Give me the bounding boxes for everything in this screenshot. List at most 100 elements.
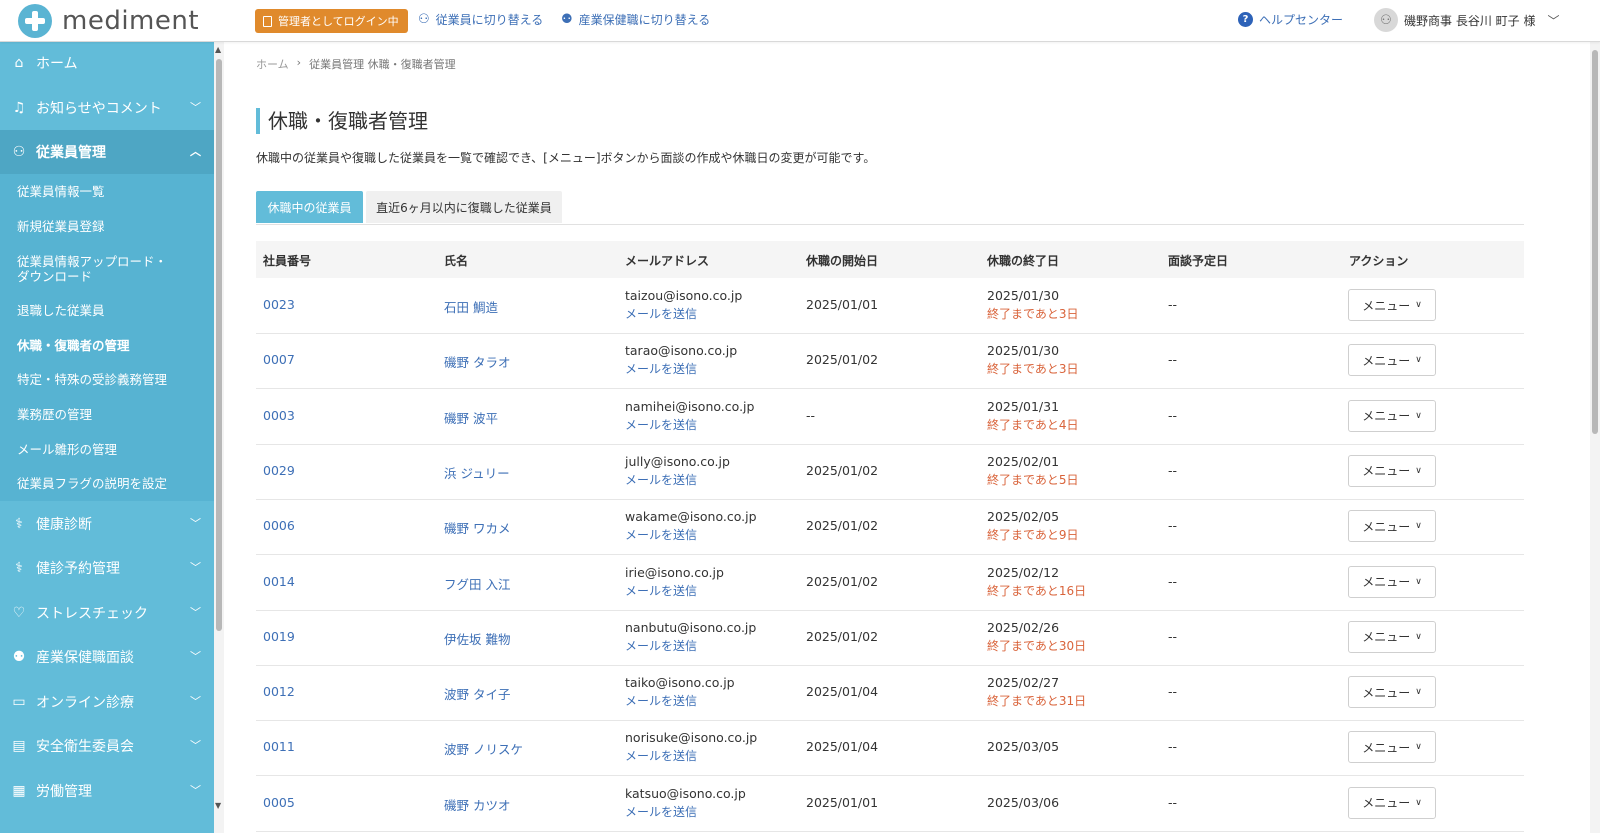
email-address: irie@isono.co.jp <box>625 564 724 580</box>
sidebar-scroll-thumb[interactable] <box>216 59 222 631</box>
breadcrumb-home[interactable]: ホーム <box>256 56 289 72</box>
sidebar-item-label: 健診予約管理 <box>36 561 120 577</box>
tab-returned[interactable]: 直近6ヶ月以内に復職した従業員 <box>366 191 562 223</box>
help-center-link[interactable]: ? ヘルプセンター <box>1238 11 1343 28</box>
row-menu-button[interactable]: メニュー ∨ <box>1348 289 1436 321</box>
user-menu[interactable]: ⚇ 磯野商事 長谷川 町子 様 ﹀ <box>1374 8 1559 32</box>
submenu-retired[interactable]: 退職した従業員 <box>17 303 105 319</box>
submenu-new-employee[interactable]: 新規従業員登録 <box>17 219 105 235</box>
submenu-leave-management[interactable]: 休職・復職者の管理 <box>17 338 130 354</box>
menu-button-label: メニュー <box>1362 575 1411 589</box>
employee-name-link[interactable]: フグ田 入江 <box>444 574 510 593</box>
th-employee-id: 社員番号 <box>263 254 312 268</box>
leave-end-date: 2025/01/30 <box>987 343 1060 359</box>
row-menu-button[interactable]: メニュー ∨ <box>1348 786 1436 819</box>
employee-name-link[interactable]: 波野 ノリスケ <box>444 739 523 758</box>
row-menu-button[interactable]: メニュー ∨ <box>1348 399 1436 432</box>
row-menu-button[interactable]: メニュー ∨ <box>1348 454 1436 487</box>
send-mail-link[interactable]: メールを送信 <box>625 637 697 654</box>
sidebar-item-labor-management[interactable]: ▦ 労働管理 ﹀ <box>0 769 215 813</box>
sidebar-item-checkup-reservation[interactable]: ⚕ 健診予約管理 ﹀ <box>0 546 215 590</box>
page-scroll-thumb[interactable] <box>1592 50 1598 434</box>
send-mail-link[interactable]: メールを送信 <box>625 747 697 764</box>
switch-health-link[interactable]: ⚉ 産業保健職に切り替える <box>561 11 710 28</box>
employee-name-link[interactable]: 伊佐坂 難物 <box>444 629 510 648</box>
stethoscope-icon: ⚕ <box>15 516 23 532</box>
switch-employee-label: 従業員に切り替える <box>435 13 544 27</box>
employee-id-link[interactable]: 0012 <box>263 684 295 699</box>
users-icon: ⚇ <box>12 144 26 160</box>
chevron-down-icon: ﹀ <box>190 784 201 797</box>
submenu-employee-flag[interactable]: 従業員フラグの説明を設定 <box>17 476 167 492</box>
employee-name-link[interactable]: 波野 タイ子 <box>444 684 510 703</box>
row-menu-button[interactable]: メニュー ∨ <box>1348 510 1436 543</box>
employee-id-link[interactable]: 0029 <box>263 463 295 478</box>
send-mail-link[interactable]: メールを送信 <box>625 526 697 543</box>
sidebar-item-employee-management[interactable]: ⚇ 従業員管理 ︿ <box>0 130 215 174</box>
sidebar-item-online-consultation[interactable]: ▭ オンライン診療 ﹀ <box>0 680 215 724</box>
row-menu-button[interactable]: メニュー ∨ <box>1348 565 1436 598</box>
table-row: 0007 磯野 タラオ tarao@isono.co.jp メールを送信 2025/01… <box>256 333 1524 390</box>
remaining-days: 終了まであと3日 <box>987 362 1079 377</box>
sidebar-item-label: 従業員管理 <box>36 145 106 161</box>
send-mail-link[interactable]: メールを送信 <box>625 360 697 377</box>
employee-name-link[interactable]: 磯野 ワカメ <box>444 518 510 537</box>
sidebar-item-label: ホーム <box>36 56 78 72</box>
chevron-down-icon: ﹀ <box>190 561 201 574</box>
send-mail-link[interactable]: メールを送信 <box>625 305 697 322</box>
email-address: taizou@isono.co.jp <box>625 288 743 303</box>
avatar: ⚇ <box>1374 8 1398 32</box>
row-menu-button[interactable]: メニュー ∨ <box>1348 676 1436 709</box>
submenu-mail-template[interactable]: メール雛形の管理 <box>17 442 117 458</box>
sidebar-item-safety-committee[interactable]: ▤ 安全衛生委員会 ﹀ <box>0 724 215 768</box>
row-menu-button[interactable]: メニュー ∨ <box>1348 731 1436 764</box>
send-mail-link[interactable]: メールを送信 <box>625 803 697 820</box>
scroll-up-icon[interactable]: ▲ <box>215 45 221 54</box>
tab-on-leave[interactable]: 休職中の従業員 <box>256 191 363 223</box>
sidebar-item-health-checkup[interactable]: ⚕ 健康診断 ﹀ <box>0 502 215 546</box>
menu-button-label: メニュー <box>1362 796 1411 811</box>
row-menu-button[interactable]: メニュー ∨ <box>1348 620 1436 653</box>
leave-end-date: 2025/02/26 <box>987 619 1060 635</box>
submenu-upload-download[interactable]: 従業員情報アップロード・ <box>17 254 167 270</box>
leave-start-date: 2025/01/02 <box>806 628 879 644</box>
employee-name-link[interactable]: 磯野 波平 <box>444 408 498 427</box>
chevron-down-icon: ∨ <box>1415 687 1422 698</box>
submenu-employee-list[interactable]: 従業員情報一覧 <box>17 184 105 200</box>
sidebar-item-notifications[interactable]: ♫ お知らせやコメント ﹀ <box>0 86 215 130</box>
submenu-work-history[interactable]: 業務歴の管理 <box>17 407 92 423</box>
send-mail-link[interactable]: メールを送信 <box>625 416 697 433</box>
employee-name-link[interactable]: 磯野 タラオ <box>444 352 510 371</box>
row-menu-button[interactable]: メニュー ∨ <box>1348 344 1436 377</box>
email-address: norisuke@isono.co.jp <box>625 730 758 746</box>
employee-id-link[interactable]: 0003 <box>263 408 295 423</box>
employee-id-link[interactable]: 0014 <box>263 574 295 589</box>
sidebar-item-occupational-interview[interactable]: ⚉ 産業保健職面談 ﹀ <box>0 635 215 679</box>
send-mail-link[interactable]: メールを送信 <box>625 582 697 599</box>
send-mail-link[interactable]: メールを送信 <box>625 471 697 488</box>
sidebar-scrollbar[interactable]: ▲ ▼ <box>214 41 224 833</box>
sidebar-item-home[interactable]: ⌂ ホーム <box>0 41 215 85</box>
leave-end-date: 2025/03/05 <box>987 739 1060 755</box>
main-content: ホーム › 従業員管理 休職・復職者管理 休職・復職者管理 休職中の従業員や復職… <box>224 41 1590 833</box>
employee-name-link[interactable]: 磯野 カツオ <box>444 795 510 814</box>
submenu-upload-download-cont[interactable]: ダウンロード <box>17 269 92 285</box>
submenu-special-exam[interactable]: 特定・特殊の受診義務管理 <box>17 372 167 388</box>
employee-name-link[interactable]: 石田 鯛造 <box>444 297 498 316</box>
employee-id-link[interactable]: 0023 <box>263 297 295 312</box>
logo[interactable]: mediment <box>18 4 199 38</box>
employee-id-link[interactable]: 0005 <box>263 795 295 810</box>
scroll-down-icon[interactable]: ▼ <box>215 801 221 810</box>
sidebar-item-stress-check[interactable]: ♡ ストレスチェック ﹀ <box>0 591 215 635</box>
sidebar-item-label: お知らせやコメント <box>36 101 162 117</box>
leave-end-date: 2025/01/30 <box>987 288 1060 303</box>
employee-id-link[interactable]: 0007 <box>263 352 295 367</box>
switch-employee-link[interactable]: ⚇ 従業員に切り替える <box>418 11 543 28</box>
employee-id-link[interactable]: 0019 <box>263 629 295 644</box>
employee-id-link[interactable]: 0006 <box>263 518 295 533</box>
table-row: 0003 磯野 波平 namihei@isono.co.jp メールを送信 -- 2025… <box>256 389 1524 445</box>
page-scrollbar[interactable] <box>1590 41 1600 833</box>
employee-id-link[interactable]: 0011 <box>263 739 295 754</box>
send-mail-link[interactable]: メールを送信 <box>625 692 697 709</box>
employee-name-link[interactable]: 浜 ジュリー <box>444 463 510 482</box>
